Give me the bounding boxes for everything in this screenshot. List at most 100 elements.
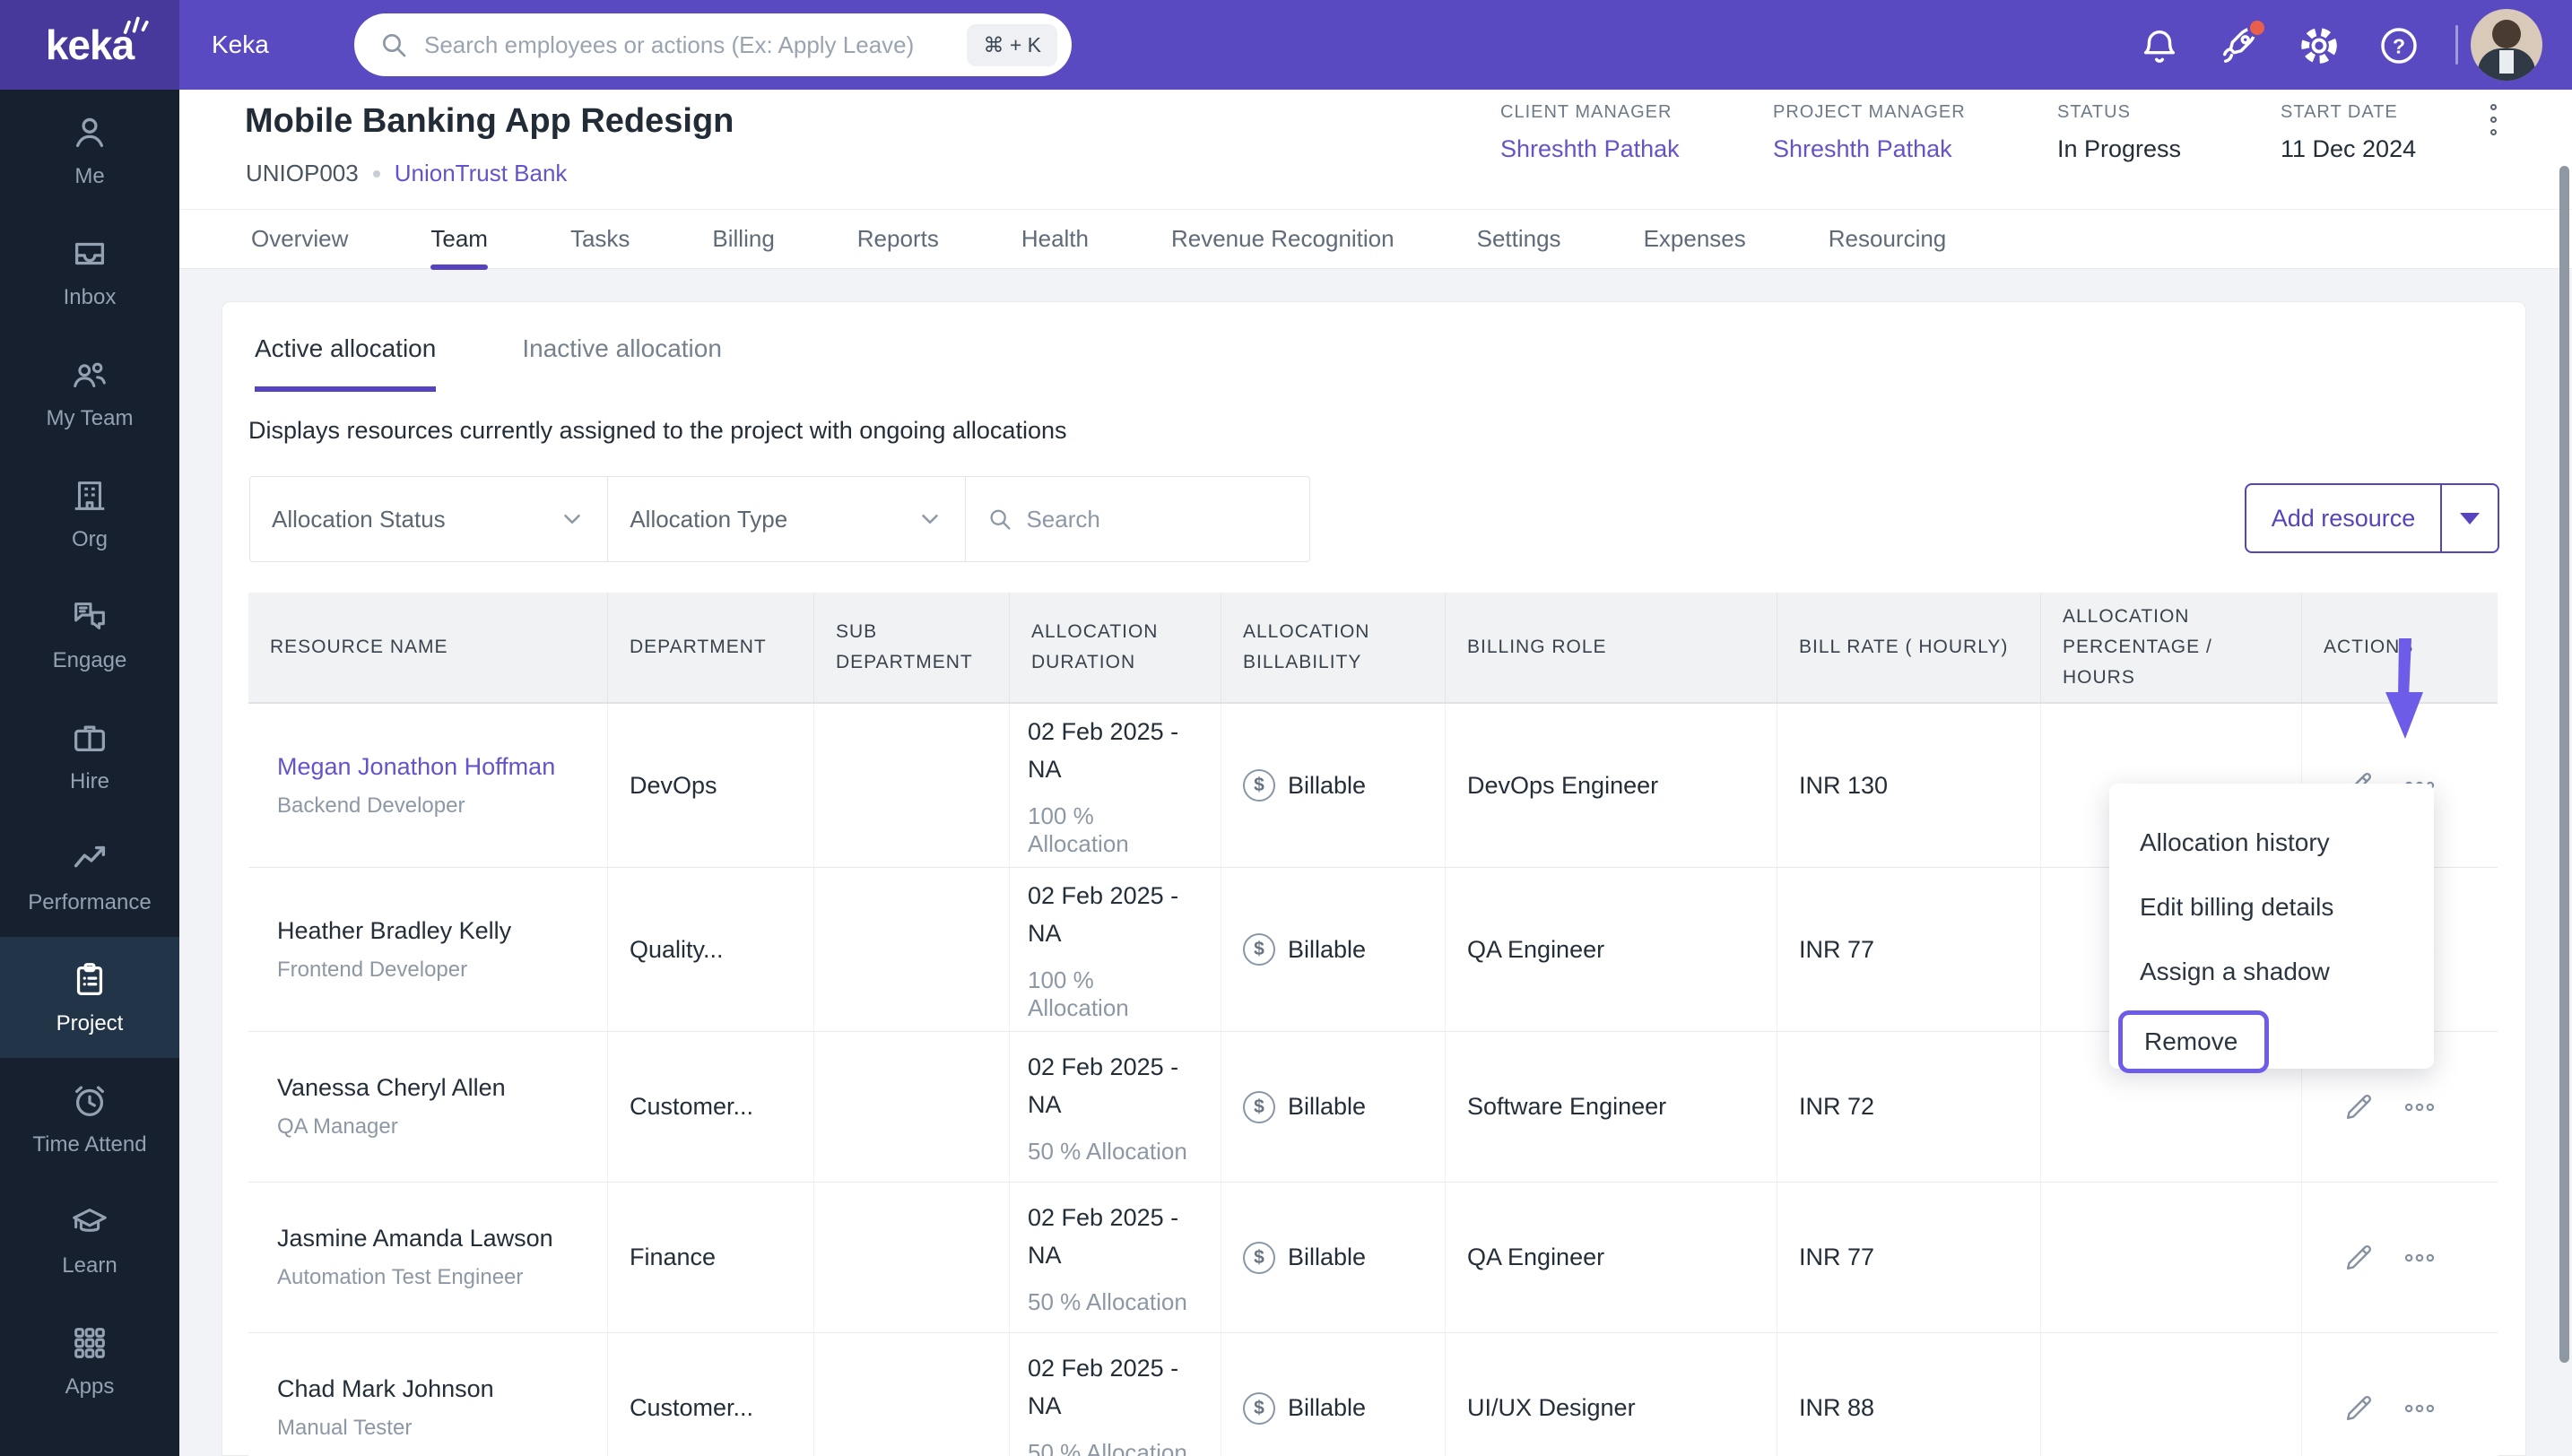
- sidebar-item-hire[interactable]: Hire: [0, 695, 179, 816]
- row-ellipsis-menu-icon[interactable]: [2403, 1241, 2437, 1275]
- tab-reports[interactable]: Reports: [857, 210, 939, 269]
- table-row: Chad Mark Johnson Manual Tester Customer…: [248, 1333, 2498, 1456]
- graduation-icon: [69, 1201, 110, 1243]
- add-resource-button[interactable]: Add resource: [2245, 483, 2499, 553]
- allocation-text: 50 % Allocation: [1028, 1439, 1187, 1456]
- tab-active-allocation[interactable]: Active allocation: [255, 334, 437, 392]
- topbar-divider: [2455, 25, 2458, 65]
- sidebar-item-label: My Team: [46, 405, 134, 430]
- global-search-input[interactable]: [424, 30, 968, 59]
- tab-health[interactable]: Health: [1021, 210, 1089, 269]
- row-ellipsis-menu-icon[interactable]: [2403, 1391, 2437, 1426]
- duration-cell: 02 Feb 2025 - NA 50 % Allocation: [1010, 1183, 1221, 1332]
- top-bar: keka Keka ⌘ + K ?: [0, 0, 2572, 90]
- row-ellipsis-menu-icon[interactable]: [2403, 1090, 2437, 1124]
- tab-resourcing[interactable]: Resourcing: [1829, 210, 1947, 269]
- notifications-bell-icon[interactable]: [2139, 25, 2180, 66]
- resource-name-link[interactable]: Vanessa Cheryl Allen: [277, 1074, 506, 1102]
- tab-settings[interactable]: Settings: [1477, 210, 1561, 269]
- resource-name-link[interactable]: Megan Jonathon Hoffman: [277, 753, 555, 781]
- global-search[interactable]: ⌘ + K: [354, 13, 1072, 76]
- page-title: Mobile Banking App Redesign: [245, 102, 734, 140]
- column-header-bill-rate: BILL RATE ( HOURLY): [1777, 593, 2041, 702]
- sidebar-item-org[interactable]: Org: [0, 453, 179, 574]
- allocation-status-dropdown[interactable]: Allocation Status: [250, 477, 609, 561]
- add-resource-label[interactable]: Add resource: [2246, 485, 2440, 551]
- resource-name-link[interactable]: Heather Bradley Kelly: [277, 917, 511, 945]
- actions-cell: [2302, 1183, 2498, 1332]
- billability-cell: $ Billable: [1221, 1183, 1446, 1332]
- client-manager-link[interactable]: Shreshth Pathak: [1500, 135, 1773, 163]
- keka-logo[interactable]: keka: [0, 0, 179, 90]
- bill-rate-cell: INR 77: [1777, 1183, 2041, 1332]
- sidebar-item-label: Learn: [62, 1252, 117, 1278]
- menu-item-allocation-history[interactable]: Allocation history: [2109, 810, 2434, 875]
- resource-name-cell: Heather Bradley Kelly Frontend Developer: [248, 868, 608, 1031]
- tab-billing[interactable]: Billing: [712, 210, 774, 269]
- edit-pencil-icon[interactable]: [2342, 1090, 2376, 1124]
- client-link[interactable]: UnionTrust Bank: [395, 160, 568, 187]
- project-manager-link[interactable]: Shreshth Pathak: [1773, 135, 2057, 163]
- add-resource-dropdown-toggle[interactable]: [2440, 485, 2498, 551]
- menu-item-assign-a-shadow[interactable]: Assign a shadow: [2109, 940, 2434, 1004]
- dropdown-label: Allocation Type: [630, 505, 788, 533]
- sidebar-item-project[interactable]: Project: [0, 937, 179, 1058]
- sidebar-item-label: Me: [74, 163, 105, 188]
- sidebar-item-learn[interactable]: Learn: [0, 1179, 179, 1300]
- field-label: PROJECT MANAGER: [1773, 102, 1966, 122]
- table-search-input[interactable]: [1026, 505, 1289, 533]
- allocation-type-dropdown[interactable]: Allocation Type: [608, 477, 966, 561]
- settings-gear-icon[interactable]: [2298, 25, 2340, 66]
- resource-name-link[interactable]: Chad Mark Johnson: [277, 1375, 494, 1403]
- notification-badge: [2247, 18, 2267, 38]
- clock-icon: [69, 1080, 110, 1122]
- clipboard-icon: [69, 959, 110, 1001]
- user-avatar[interactable]: [2471, 9, 2542, 81]
- sidebar-item-label: Time Attend: [32, 1131, 147, 1157]
- billability-text: Billable: [1288, 1093, 1367, 1120]
- duration-cell: 02 Feb 2025 - NA 100 % Allocation: [1010, 704, 1221, 867]
- tab-inactive-allocation[interactable]: Inactive allocation: [522, 334, 722, 392]
- sidebar-item-me[interactable]: Me: [0, 90, 179, 211]
- duration-text: 02 Feb 2025 - NA: [1028, 1204, 1179, 1269]
- remove-highlight-box[interactable]: Remove: [2118, 1010, 2270, 1073]
- building-icon: [69, 475, 110, 516]
- tab-expenses[interactable]: Expenses: [1644, 210, 1746, 269]
- vertical-scrollbar[interactable]: [2559, 166, 2569, 1363]
- help-icon[interactable]: ?: [2378, 25, 2420, 66]
- chat-icon: [69, 596, 110, 637]
- tab-revenue-recognition[interactable]: Revenue Recognition: [1171, 210, 1395, 269]
- resource-name-link[interactable]: Jasmine Amanda Lawson: [277, 1225, 553, 1252]
- sidebar-item-label: Inbox: [63, 284, 117, 309]
- billability-text: Billable: [1288, 935, 1367, 963]
- tab-overview[interactable]: Overview: [251, 210, 348, 269]
- duration-cell: 02 Feb 2025 - NA 50 % Allocation: [1010, 1032, 1221, 1182]
- billability-cell: $ Billable: [1221, 1032, 1446, 1182]
- menu-item-remove[interactable]: Remove: [2109, 1004, 2434, 1079]
- allocation-text: 50 % Allocation: [1028, 1138, 1187, 1165]
- billable-icon: $: [1243, 1241, 1275, 1274]
- project-kebab-menu-icon[interactable]: [2475, 104, 2511, 135]
- sidebar-item-label: Performance: [28, 889, 152, 914]
- edit-pencil-icon[interactable]: [2342, 1391, 2376, 1426]
- billability-text: Billable: [1288, 771, 1367, 799]
- edit-pencil-icon[interactable]: [2342, 1241, 2376, 1275]
- sidebar-item-my-team[interactable]: My Team: [0, 332, 179, 453]
- sidebar-item-time-attend[interactable]: Time Attend: [0, 1058, 179, 1179]
- sidebar-item-performance[interactable]: Performance: [0, 816, 179, 937]
- bill-rate-cell: INR 77: [1777, 868, 2041, 1031]
- column-header-department: DEPARTMENT: [608, 593, 814, 702]
- search-shortcut-badge: ⌘ + K: [967, 23, 1057, 66]
- column-header-resource-name: RESOURCE NAME: [248, 593, 608, 702]
- grid-icon: [69, 1322, 110, 1364]
- table-search[interactable]: [966, 477, 1309, 561]
- tab-tasks[interactable]: Tasks: [570, 210, 630, 269]
- menu-item-edit-billing-details[interactable]: Edit billing details: [2109, 875, 2434, 940]
- sidebar-item-apps[interactable]: Apps: [0, 1300, 179, 1421]
- tab-team[interactable]: Team: [430, 210, 488, 270]
- menu-item-label: Edit billing details: [2140, 893, 2334, 921]
- field-label: START DATE: [2281, 102, 2398, 122]
- sidebar-item-inbox[interactable]: Inbox: [0, 211, 179, 332]
- project-meta-fields: CLIENT MANAGER Shreshth Pathak PROJECT M…: [1500, 102, 2501, 163]
- sidebar-item-engage[interactable]: Engage: [0, 574, 179, 695]
